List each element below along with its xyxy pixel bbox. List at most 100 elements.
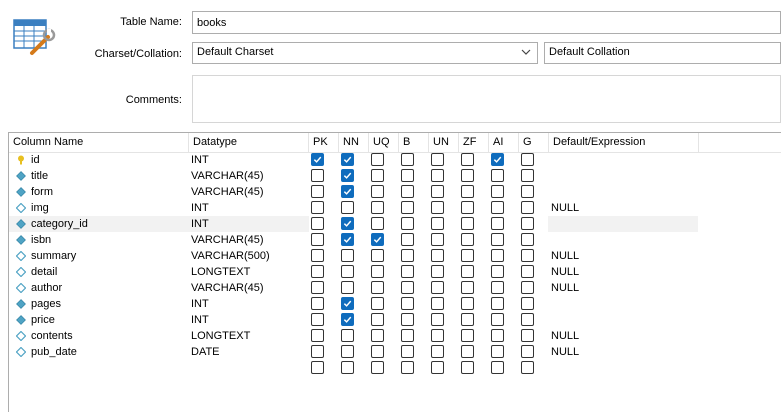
uq-checkbox[interactable] <box>371 233 384 246</box>
ai-checkbox[interactable] <box>491 361 504 374</box>
nn-checkbox[interactable] <box>341 281 354 294</box>
un-checkbox[interactable] <box>431 233 444 246</box>
default-expression-cell[interactable] <box>548 232 698 248</box>
column-name-cell[interactable]: id <box>9 152 189 168</box>
b-checkbox[interactable] <box>401 361 414 374</box>
default-expression-cell[interactable]: NULL <box>548 328 698 344</box>
pk-checkbox[interactable] <box>311 329 324 342</box>
pk-checkbox[interactable] <box>311 361 324 374</box>
default-expression-cell[interactable] <box>548 152 698 168</box>
default-expression-cell[interactable] <box>548 360 698 376</box>
g-checkbox[interactable] <box>521 153 534 166</box>
nn-checkbox[interactable] <box>341 313 354 326</box>
header-nn[interactable]: NN <box>339 133 369 152</box>
datatype-cell[interactable]: INT <box>189 296 309 312</box>
datatype-cell[interactable]: VARCHAR(45) <box>189 232 309 248</box>
g-checkbox[interactable] <box>521 169 534 182</box>
nn-checkbox[interactable] <box>341 233 354 246</box>
un-checkbox[interactable] <box>431 297 444 310</box>
g-checkbox[interactable] <box>521 233 534 246</box>
g-checkbox[interactable] <box>521 329 534 342</box>
default-expression-cell[interactable]: NULL <box>548 264 698 280</box>
pk-checkbox[interactable] <box>311 185 324 198</box>
default-expression-cell[interactable] <box>548 168 698 184</box>
table-row[interactable]: isbn VARCHAR(45) <box>9 232 781 248</box>
charset-select[interactable]: Default Charset <box>192 42 538 64</box>
zf-checkbox[interactable] <box>461 345 474 358</box>
ai-checkbox[interactable] <box>491 345 504 358</box>
b-checkbox[interactable] <box>401 249 414 262</box>
uq-checkbox[interactable] <box>371 169 384 182</box>
default-expression-cell[interactable]: NULL <box>548 344 698 360</box>
default-expression-cell[interactable] <box>548 312 698 328</box>
table-row[interactable]: contents LONGTEXT NULL <box>9 328 781 344</box>
header-g[interactable]: G <box>519 133 549 152</box>
uq-checkbox[interactable] <box>371 281 384 294</box>
column-name-cell[interactable]: price <box>9 312 189 328</box>
uq-checkbox[interactable] <box>371 297 384 310</box>
table-row[interactable]: id INT <box>9 152 781 168</box>
datatype-cell[interactable]: LONGTEXT <box>189 328 309 344</box>
b-checkbox[interactable] <box>401 201 414 214</box>
uq-checkbox[interactable] <box>371 361 384 374</box>
nn-checkbox[interactable] <box>341 297 354 310</box>
b-checkbox[interactable] <box>401 169 414 182</box>
table-row[interactable]: title VARCHAR(45) <box>9 168 781 184</box>
default-expression-cell[interactable] <box>548 296 698 312</box>
zf-checkbox[interactable] <box>461 217 474 230</box>
table-row[interactable]: author VARCHAR(45) NULL <box>9 280 781 296</box>
column-name-cell[interactable]: pub_date <box>9 344 189 360</box>
nn-checkbox[interactable] <box>341 201 354 214</box>
datatype-cell[interactable]: VARCHAR(500) <box>189 248 309 264</box>
un-checkbox[interactable] <box>431 313 444 326</box>
default-expression-cell[interactable] <box>548 184 698 200</box>
b-checkbox[interactable] <box>401 217 414 230</box>
ai-checkbox[interactable] <box>491 233 504 246</box>
nn-checkbox[interactable] <box>341 169 354 182</box>
uq-checkbox[interactable] <box>371 249 384 262</box>
column-name-cell[interactable]: author <box>9 280 189 296</box>
un-checkbox[interactable] <box>431 153 444 166</box>
datatype-cell[interactable]: INT <box>189 152 309 168</box>
datatype-cell[interactable]: DATE <box>189 344 309 360</box>
g-checkbox[interactable] <box>521 345 534 358</box>
pk-checkbox[interactable] <box>311 281 324 294</box>
un-checkbox[interactable] <box>431 265 444 278</box>
zf-checkbox[interactable] <box>461 153 474 166</box>
b-checkbox[interactable] <box>401 153 414 166</box>
datatype-cell[interactable]: INT <box>189 312 309 328</box>
b-checkbox[interactable] <box>401 329 414 342</box>
b-checkbox[interactable] <box>401 185 414 198</box>
pk-checkbox[interactable] <box>311 345 324 358</box>
g-checkbox[interactable] <box>521 281 534 294</box>
table-row[interactable]: img INT NULL <box>9 200 781 216</box>
b-checkbox[interactable] <box>401 233 414 246</box>
header-column-name[interactable]: Column Name <box>9 133 189 152</box>
table-row[interactable]: summary VARCHAR(500) NULL <box>9 248 781 264</box>
uq-checkbox[interactable] <box>371 329 384 342</box>
g-checkbox[interactable] <box>521 217 534 230</box>
datatype-cell[interactable] <box>189 360 309 376</box>
column-name-cell[interactable]: category_id <box>9 216 189 232</box>
b-checkbox[interactable] <box>401 265 414 278</box>
column-name-cell[interactable] <box>9 360 189 376</box>
g-checkbox[interactable] <box>521 201 534 214</box>
un-checkbox[interactable] <box>431 281 444 294</box>
header-datatype[interactable]: Datatype <box>189 133 309 152</box>
ai-checkbox[interactable] <box>491 329 504 342</box>
collation-select[interactable]: Default Collation <box>544 42 781 64</box>
datatype-cell[interactable]: VARCHAR(45) <box>189 280 309 296</box>
uq-checkbox[interactable] <box>371 185 384 198</box>
ai-checkbox[interactable] <box>491 153 504 166</box>
zf-checkbox[interactable] <box>461 249 474 262</box>
column-name-cell[interactable]: pages <box>9 296 189 312</box>
un-checkbox[interactable] <box>431 345 444 358</box>
un-checkbox[interactable] <box>431 201 444 214</box>
table-row[interactable]: form VARCHAR(45) <box>9 184 781 200</box>
ai-checkbox[interactable] <box>491 313 504 326</box>
nn-checkbox[interactable] <box>341 153 354 166</box>
comments-textarea[interactable] <box>192 75 781 123</box>
uq-checkbox[interactable] <box>371 265 384 278</box>
table-row[interactable]: pub_date DATE NULL <box>9 344 781 360</box>
ai-checkbox[interactable] <box>491 185 504 198</box>
